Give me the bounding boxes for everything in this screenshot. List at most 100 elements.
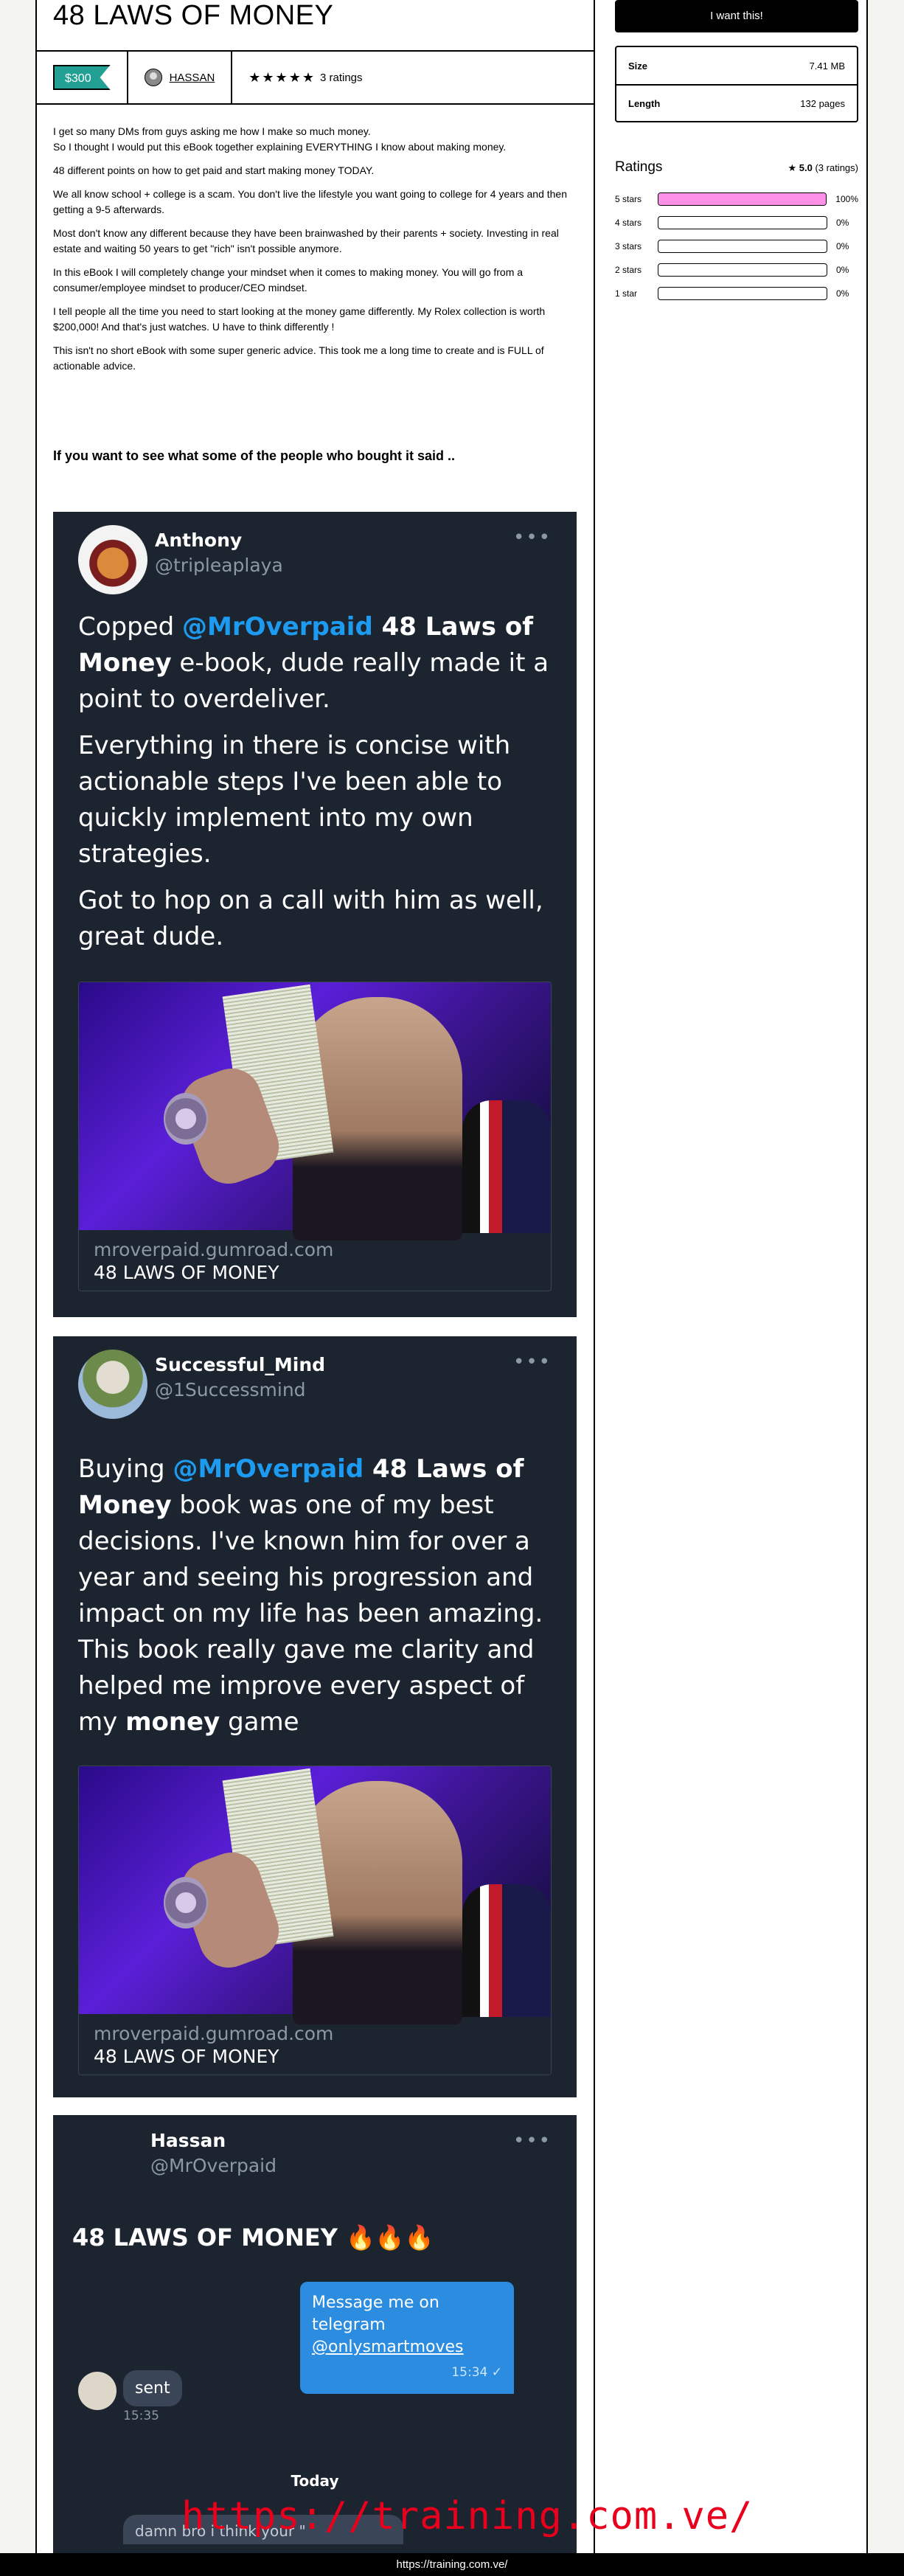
- testimonial-tweet-1: Anthony @tripleaplaya ••• Copped @MrOver…: [53, 512, 577, 1317]
- rating-bar-percent: 0%: [836, 218, 849, 228]
- link-card-title: 48 LAWS OF MONEY: [94, 2046, 279, 2067]
- incoming-message: sent: [123, 2370, 182, 2406]
- tweet-author-handle: @tripleaplaya: [155, 555, 283, 576]
- author-avatar: [144, 69, 162, 86]
- rating-bar-percent: 100%: [835, 194, 858, 204]
- desc-line-5: Most don't know any different because th…: [53, 227, 559, 254]
- rating-bar-label: 4 stars: [615, 218, 642, 228]
- rating-bar-row: 4 stars 0%: [615, 211, 858, 235]
- link-card-domain: mroverpaid.gumroad.com: [94, 2023, 334, 2044]
- ratings-title: Ratings: [615, 159, 663, 175]
- testimonial-tweet-3: Hassan @MrOverpaid ••• 48 LAWS OF MONEY …: [53, 2115, 577, 2553]
- price-badge: $300: [53, 65, 111, 90]
- product-description: I get so many DMs from guys asking me ho…: [53, 124, 581, 382]
- tweet-text-end: game: [220, 1707, 299, 1737]
- tweet-mention[interactable]: @MrOverpaid: [182, 612, 373, 642]
- star-icon: ★: [787, 162, 797, 173]
- size-label: Size: [628, 60, 648, 72]
- more-icon[interactable]: •••: [513, 2130, 552, 2152]
- testimonial-tweet-2: Successful_Mind @1Successmind ••• Buying…: [53, 1336, 577, 2097]
- ratings-breakdown: 5 stars 100% 4 stars 0% 3 stars 0% 2 stars 0% 1 …: [615, 187, 858, 305]
- tweet-headline: 48 LAWS OF MONEY 🔥🔥🔥: [72, 2223, 434, 2252]
- desc-line-1: I get so many DMs from guys asking me ho…: [53, 125, 371, 137]
- rating-bar-fill: [658, 193, 827, 205]
- rating-bar-row: 2 stars 0%: [615, 258, 858, 282]
- rating-bar: [658, 263, 827, 277]
- desc-line-2: So I thought I would put this eBook toge…: [53, 141, 507, 153]
- desc-line-6: In this eBook I will completely change y…: [53, 266, 524, 294]
- footer-url: https://training.com.ve/: [0, 2553, 904, 2576]
- rating-bar-percent: 0%: [836, 265, 849, 275]
- price-cell: $300: [37, 52, 128, 103]
- tweet-author-handle: @1Successmind: [155, 1379, 306, 1400]
- rating-bar-row: 1 star 0%: [615, 282, 858, 305]
- rating-bar: [658, 287, 827, 300]
- tweet-avatar: [72, 2125, 142, 2195]
- rating-bar-label: 1 star: [615, 288, 638, 299]
- product-page: 48 LAWS OF MONEY $300 HASSAN ★★★★★ 3 rat…: [35, 0, 868, 2553]
- tweet-text: Buying @MrOverpaid 48 Laws of Money book…: [78, 1451, 557, 1740]
- tweet-text-post: book was one of my best decisions. I've …: [78, 1490, 543, 1737]
- outgoing-message-time: 15:34 ✓: [451, 2365, 502, 2380]
- desc-line-4: We all know school + college is a scam. …: [53, 188, 567, 215]
- testimonials-lead: If you want to see what some of the peop…: [53, 448, 456, 463]
- more-icon[interactable]: •••: [513, 527, 552, 549]
- watermark: https://training.com.ve/: [181, 2494, 754, 2538]
- tweet-mention[interactable]: @MrOverpaid: [173, 1454, 364, 1484]
- link-card[interactable]: mroverpaid.gumroad.com 48 LAWS OF MONEY: [78, 982, 552, 1291]
- tweet-author-name: Anthony: [155, 530, 243, 551]
- ratings-section: Ratings ★ 5.0 (3 ratings) 5 stars 100% 4 s…: [615, 159, 858, 305]
- date-separator: Today: [291, 2472, 339, 2490]
- author-cell[interactable]: HASSAN: [128, 52, 233, 103]
- tweet-paragraph-2: Everything in there is concise with acti…: [78, 731, 511, 869]
- ratings-summary-count: (3 ratings): [815, 162, 858, 173]
- tweet-author-name: Successful_Mind: [155, 1354, 326, 1375]
- product-main: 48 LAWS OF MONEY $300 HASSAN ★★★★★ 3 rat…: [37, 0, 595, 2553]
- tweet-paragraph-3: Got to hop on a call with him as well, g…: [78, 886, 543, 951]
- rating-bar-row: 3 stars 0%: [615, 235, 858, 258]
- rating-bar: [657, 192, 827, 206]
- desc-line-3: 48 different points on how to get paid a…: [53, 164, 375, 176]
- tweet-bold-money: money: [125, 1707, 220, 1737]
- rating-stars-icon: ★★★★★: [248, 69, 316, 85]
- size-row: Size 7.41 MB: [616, 47, 857, 84]
- tweet-text: Copped @MrOverpaid 48 Laws of Money e-bo…: [78, 609, 557, 955]
- rating-bar-label: 5 stars: [615, 194, 642, 204]
- link-card[interactable]: mroverpaid.gumroad.com 48 LAWS OF MONEY: [78, 1766, 552, 2075]
- telegram-link[interactable]: @onlysmartmoves: [312, 2336, 502, 2358]
- tweet-text-pre: Buying: [78, 1454, 173, 1484]
- product-meta-row: $300 HASSAN ★★★★★ 3 ratings: [37, 50, 594, 105]
- length-row: Length 132 pages: [616, 84, 857, 121]
- outgoing-message: Message me on telegram @onlysmartmoves 1…: [300, 2282, 514, 2394]
- tweet-text-pre: Copped: [78, 612, 183, 642]
- buy-button[interactable]: I want this!: [615, 0, 858, 32]
- tweet-avatar: [78, 1350, 147, 1419]
- desc-line-8: This isn't no short eBook with some supe…: [53, 344, 544, 372]
- link-card-domain: mroverpaid.gumroad.com: [94, 1239, 334, 1260]
- incoming-message-time: 15:35: [123, 2409, 159, 2423]
- product-title: 48 LAWS OF MONEY: [53, 0, 334, 31]
- ratings-count: 3 ratings: [319, 71, 363, 84]
- link-card-image: [79, 982, 551, 1240]
- link-card-title: 48 LAWS OF MONEY: [94, 1262, 279, 1283]
- tweet-author-name: Hassan: [150, 2130, 226, 2151]
- outgoing-message-text: Message me on telegram: [312, 2294, 439, 2334]
- more-icon[interactable]: •••: [513, 1351, 552, 1373]
- tweet-avatar: [78, 525, 147, 594]
- length-label: Length: [628, 97, 661, 109]
- tweet-author-handle: @MrOverpaid: [150, 2155, 277, 2176]
- rating-bar-row: 5 stars 100%: [615, 187, 858, 211]
- product-info-box: Size 7.41 MB Length 132 pages: [615, 46, 858, 122]
- rating-bar-percent: 0%: [836, 241, 849, 251]
- rating-bar-label: 2 stars: [615, 265, 642, 275]
- rating-bar-label: 3 stars: [615, 241, 642, 251]
- size-value: 7.41 MB: [809, 60, 845, 72]
- rating-bar: [658, 216, 827, 229]
- contact-avatar: [78, 2372, 117, 2410]
- rating-cell: ★★★★★ 3 ratings: [232, 52, 378, 103]
- length-value: 132 pages: [800, 97, 845, 109]
- rating-bar-percent: 0%: [836, 288, 849, 299]
- author-link[interactable]: HASSAN: [170, 72, 215, 84]
- ratings-score: 5.0: [799, 162, 813, 173]
- link-card-image: [79, 1766, 551, 2024]
